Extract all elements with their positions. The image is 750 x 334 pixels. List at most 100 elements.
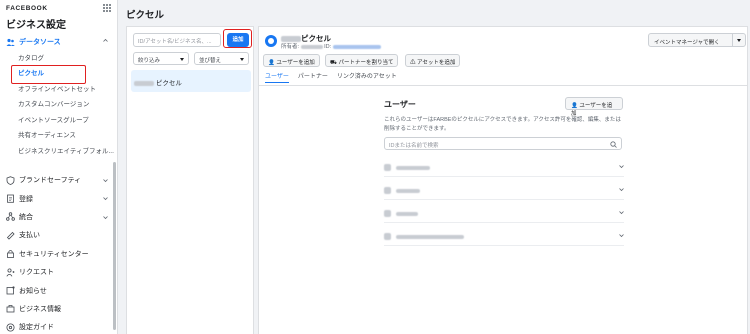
sidebar: FACEBOOK ビジネス設定 データソース カタログ ピクセル オフラインイベ… xyxy=(0,0,118,334)
sidebar-item-shared-audiences[interactable]: 共有オーディエンス xyxy=(0,127,118,143)
sidebar-item-label: リクエスト xyxy=(19,269,54,277)
caret-down-icon[interactable] xyxy=(737,39,741,42)
redacted-user-name xyxy=(395,165,430,170)
redacted-user-name xyxy=(395,234,464,239)
caret-down-icon xyxy=(180,58,184,61)
chevron-down-icon xyxy=(619,211,624,215)
caret-down-icon xyxy=(240,58,244,61)
sidebar-item-business-creative-folders[interactable]: ビジネスクリエイティブフォル... xyxy=(0,142,118,158)
sidebar-item-label: ビジネス情報 xyxy=(19,305,61,313)
assign-partner-button[interactable]: ⛟ パートナーを割り当て xyxy=(325,54,399,67)
sidebar-item-notifications[interactable]: お知らせ xyxy=(0,281,118,299)
user-row[interactable] xyxy=(384,228,624,246)
sidebar-item-label: 支払い xyxy=(19,232,40,240)
sidebar-item-label: お知らせ xyxy=(19,287,47,295)
sidebar-item-requests[interactable]: リクエスト xyxy=(0,263,118,281)
settings-guide-icon xyxy=(6,323,15,332)
sidebar-item-settings-guide[interactable]: 設定ガイド xyxy=(0,318,118,334)
owner-line: 所有者: ID: xyxy=(281,42,381,50)
add-button-highlight-box xyxy=(223,29,252,48)
tab-users[interactable]: ユーザー xyxy=(265,71,289,83)
sidebar-item-integrations[interactable]: 統合 xyxy=(0,208,118,226)
redacted-id xyxy=(332,44,381,49)
assets-icon: ⚠ xyxy=(410,60,418,66)
users-description: これらのユーザーはFARBEのピクセルにアクセスできます。アクセス許可を確認、編… xyxy=(384,117,621,132)
asset-search-input[interactable]: ID/アセット名/ビジネス名、... xyxy=(133,33,221,47)
business-info-icon xyxy=(6,304,15,313)
sidebar-item-registration[interactable]: 登録 xyxy=(0,189,118,207)
filter-label: 絞り込み xyxy=(138,58,161,64)
registration-icon xyxy=(6,194,15,203)
brand-logo: FACEBOOK xyxy=(6,5,48,12)
sidebar-item-security-center[interactable]: セキュリティセンター xyxy=(0,245,118,263)
redacted-text xyxy=(134,80,154,86)
redacted-owner xyxy=(300,44,323,49)
filter-dropdown[interactable]: 絞り込み xyxy=(133,52,189,65)
tab-linked-assets[interactable]: リンク済みのアセット xyxy=(337,71,397,83)
sort-dropdown[interactable]: 並び替え xyxy=(194,52,249,65)
redacted-user-name xyxy=(395,211,418,216)
sidebar-scrollbar[interactable] xyxy=(113,162,116,330)
users-section-title: ユーザー xyxy=(384,100,416,109)
sidebar-item-event-source-groups[interactable]: イベントソースグループ xyxy=(0,111,118,127)
add-user-label: ユーザーを追加 xyxy=(276,60,315,66)
list-item-pixel[interactable]: ピクセル xyxy=(131,70,251,92)
add-assets-label: アセットを追加 xyxy=(417,60,456,66)
pixel-highlight-box xyxy=(11,65,86,84)
page-title: ピクセル xyxy=(126,10,165,21)
redacted-user-name xyxy=(395,188,420,193)
add-user-button[interactable]: 👤 ユーザーを追加 xyxy=(565,97,623,117)
sidebar-item-data-sources[interactable]: データソース xyxy=(0,35,118,49)
business-settings-title: ビジネス設定 xyxy=(6,20,66,31)
sidebar-item-label: 登録 xyxy=(19,195,33,203)
asset-name: ピクセル xyxy=(155,80,182,87)
avatar xyxy=(384,233,391,240)
search-icon xyxy=(610,141,617,148)
tab-divider xyxy=(259,85,747,86)
user-search-input[interactable]: IDまたは名前で検索 xyxy=(384,137,622,150)
user-row[interactable] xyxy=(384,182,624,200)
button-divider xyxy=(732,34,733,46)
user-search-placeholder: IDまたは名前で検索 xyxy=(389,143,439,149)
sidebar-lower-nav: ブランドセーフティ 登録 統合 支払い セキュリティセンター リクエスト お知ら… xyxy=(0,171,118,334)
add-user-action-button[interactable]: 👤 ユーザーを追加 xyxy=(263,54,320,67)
event-manager-label: イベントマネージャで開く xyxy=(654,40,720,46)
id-prefix: ID: xyxy=(324,44,332,50)
detail-tabs: ユーザー パートナー リンク済みのアセット xyxy=(265,71,406,83)
sort-label: 並び替え xyxy=(199,58,222,64)
avatar xyxy=(384,187,391,194)
owner-prefix: 所有者: xyxy=(281,44,300,50)
user-row[interactable] xyxy=(384,159,624,177)
asset-list-panel: ID/アセット名/ビジネス名、... 追加 絞り込み 並び替え ピクセル xyxy=(126,26,254,334)
avatar xyxy=(384,164,391,171)
tab-partners[interactable]: パートナー xyxy=(298,71,328,83)
sidebar-item-catalog[interactable]: カタログ xyxy=(0,49,118,65)
add-assets-button[interactable]: ⚠ アセットを追加 xyxy=(405,54,461,67)
sidebar-item-label: データソース xyxy=(19,39,61,46)
pixel-icon xyxy=(265,35,277,47)
sidebar-item-label: セキュリティセンター xyxy=(19,250,89,258)
chevron-down-icon xyxy=(619,188,624,192)
sidebar-item-label: 統合 xyxy=(19,213,33,221)
chevron-down-icon xyxy=(103,197,108,201)
assign-partner-label: パートナーを割り当て xyxy=(338,60,394,66)
request-icon xyxy=(6,268,15,277)
user-row[interactable] xyxy=(384,205,624,223)
lock-icon xyxy=(6,249,15,259)
sidebar-item-custom-conversions[interactable]: カスタムコンバージョン xyxy=(0,96,118,112)
notification-icon xyxy=(6,286,15,295)
apps-grid-icon[interactable] xyxy=(103,4,111,12)
sidebar-item-business-info[interactable]: ビジネス情報 xyxy=(0,300,118,318)
chevron-up-icon xyxy=(103,38,108,42)
payments-icon xyxy=(6,231,15,240)
sidebar-nav: データソース カタログ ピクセル オフラインイベントセット カスタムコンバージョ… xyxy=(0,35,118,158)
avatar xyxy=(384,210,391,217)
sidebar-item-label: ブランドセーフティ xyxy=(19,177,82,185)
sidebar-item-brand-safety[interactable]: ブランドセーフティ xyxy=(0,171,118,189)
sidebar-item-payments[interactable]: 支払い xyxy=(0,226,118,244)
chevron-down-icon xyxy=(103,215,108,219)
shield-icon xyxy=(6,175,15,185)
open-in-event-manager-button[interactable]: イベントマネージャで開く xyxy=(648,33,746,47)
integrations-icon xyxy=(6,212,15,222)
pixel-detail-panel: ピクセル 所有者: ID: イベントマネージャで開く 👤 ユーザーを追加 ⛟ パ… xyxy=(258,26,748,334)
